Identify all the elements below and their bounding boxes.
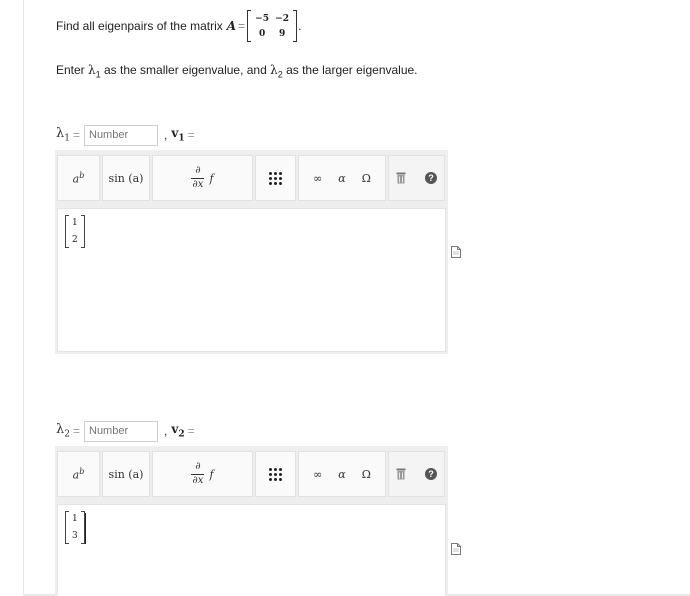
derivative-button[interactable]: ∂ ∂x f [152,155,253,201]
lambda-subscript: 1 [95,69,101,80]
editor-toolbar: ab sin (a) ∂ ∂x f ∞ α Ω ? [55,446,448,502]
derivative-icon: ∂ ∂x f [191,165,214,190]
matrix-bracket-left [247,10,252,42]
matrix-A: −5 −2 0 9 [247,9,298,43]
tools-button[interactable]: ? [388,155,445,201]
partial-denominator: ∂x [192,474,204,486]
question-period: . [298,19,302,33]
matrix-button[interactable] [255,155,296,201]
equals-sign: = [72,424,80,438]
infinity-icon: ∞ [313,171,323,185]
sin-icon: sin (a) [108,171,144,185]
instruction-part: as the smaller eigenvalue, and [104,63,267,77]
help-icon[interactable]: ? [425,468,437,480]
answer-row-2: λ2 = , v2 = [56,420,199,442]
equals-sign: = [187,424,195,438]
matrix-bracket-right [293,10,298,42]
superscript-button[interactable]: ab [57,451,100,497]
editor-toolbar: ab sin (a) ∂ ∂x f ∞ α Ω ? [55,150,448,206]
editor-workspace[interactable]: 1 3 [57,504,446,596]
equals-sign: = [72,128,80,142]
instruction-part: Enter [56,63,85,77]
equals-sign: = [187,128,195,142]
matrix-cell: −2 [275,13,289,24]
matrix-cell: 0 [258,28,266,39]
lambda-symbol: λ [56,126,65,142]
matrix-icon [269,171,283,185]
symbols-button[interactable]: ∞ α Ω [298,451,386,497]
sin-icon: sin (a) [108,467,144,481]
partial-numerator: ∂ [195,461,201,472]
vector-entry: 1 [72,218,78,229]
math-editor-2: ab sin (a) ∂ ∂x f ∞ α Ω ? 1 3 [55,446,448,596]
sin-button[interactable]: sin (a) [102,451,150,497]
tools-button[interactable]: ? [388,451,445,497]
partial-numerator: ∂ [195,165,201,176]
text-caret [85,513,86,544]
help-glyph: ? [428,173,434,183]
instruction-text: Enter λ1 as the smaller eigenvalue, and … [56,63,418,79]
matrix-button[interactable] [255,451,296,497]
vector-bracket-right [80,215,85,248]
trash-icon[interactable] [396,468,406,480]
comma: , [164,424,168,438]
document-icon[interactable] [451,246,461,258]
v1-label: v1 [171,126,184,143]
column-vector: 1 2 [65,215,85,248]
question-prefix: Find all eigenpairs of the matrix [56,19,223,33]
column-vector: 1 3 [65,511,85,544]
lambda-1-input[interactable] [84,124,158,146]
omega-icon: Ω [361,467,371,481]
superscript-icon: ab [73,467,85,482]
partial-denominator: ∂x [192,178,204,190]
matrix-cell: 9 [278,28,286,39]
help-glyph: ? [428,469,434,479]
v2-label: v2 [171,422,184,439]
vector-entry: 3 [72,530,78,541]
lambda-2-label: λ2 [56,422,70,440]
derivative-icon: ∂ ∂x f [191,461,214,486]
lambda-1-label: λ1 [56,126,70,144]
lambda-symbol: λ [270,63,278,77]
lambda-subscript: 2 [277,69,283,80]
vector-subscript: 1 [178,133,185,144]
question-equals: = [238,19,246,33]
vector-entry: 1 [72,514,78,525]
power-exponent: b [79,466,85,476]
comma: , [164,128,168,142]
help-icon[interactable]: ? [425,172,437,184]
power-exponent: b [79,170,85,180]
lambda-symbol: λ [56,422,65,438]
math-editor-1: ab sin (a) ∂ ∂x f ∞ α Ω ? 1 2 [55,150,448,354]
lambda-symbol: λ [88,63,96,77]
alpha-icon: α [338,171,346,185]
vector-entry: 2 [72,234,78,245]
function-label: f [209,467,214,481]
sin-button[interactable]: sin (a) [102,155,150,201]
matrix-cell: −5 [255,13,269,24]
lambda-subscript: 2 [64,429,70,440]
function-label: f [209,171,214,185]
superscript-button[interactable]: ab [57,155,100,201]
answer-row-1: λ1 = , v1 = [56,124,199,146]
superscript-icon: ab [73,171,85,186]
matrix-icon [269,467,283,481]
lambda-subscript: 1 [64,133,70,144]
editor-workspace[interactable]: 1 2 [57,208,446,352]
lambda-2-input[interactable] [84,420,158,442]
trash-icon[interactable] [396,172,406,184]
infinity-icon: ∞ [313,467,323,481]
alpha-icon: α [338,467,346,481]
matrix-name: A [226,19,237,33]
instruction-part: as the larger eigenvalue. [286,63,418,77]
omega-icon: Ω [361,171,371,185]
question-text: Find all eigenpairs of the matrix A = −5… [56,8,301,44]
document-icon[interactable] [451,543,461,555]
page-left-rule [23,0,24,596]
symbols-button[interactable]: ∞ α Ω [298,155,386,201]
derivative-button[interactable]: ∂ ∂x f [152,451,253,497]
vector-subscript: 2 [178,429,185,440]
